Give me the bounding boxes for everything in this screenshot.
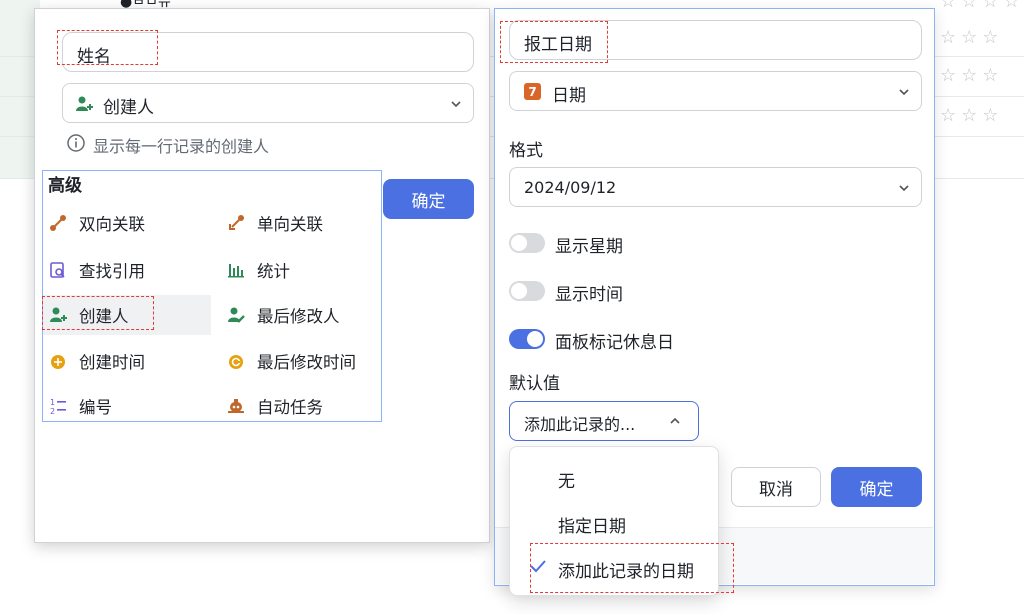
item-label: 自动任务 xyxy=(257,398,323,417)
stats-icon xyxy=(227,261,245,279)
auto-task-icon xyxy=(227,397,245,415)
field-type-stats[interactable]: 统计 xyxy=(227,252,290,288)
created-time-icon xyxy=(49,352,67,370)
svg-text:1: 1 xyxy=(50,398,55,407)
rating-stars[interactable]: ☆☆☆ xyxy=(940,66,1003,86)
confirm-button-right[interactable]: 确定 xyxy=(831,467,922,507)
item-label: 双向关联 xyxy=(79,215,145,234)
field-hint-text: 显示每一行记录的创建人 xyxy=(93,137,270,156)
field-type-modified-time[interactable]: 最后修改时间 xyxy=(227,343,356,379)
rating-stars[interactable]: ☆☆☆ xyxy=(940,106,1003,126)
annotation-highlight xyxy=(530,543,734,593)
item-label: 创建时间 xyxy=(79,353,145,372)
field-type-select[interactable]: 7 日期 xyxy=(509,71,922,111)
rating-stars[interactable]: ☆☆☆☆ xyxy=(940,0,1024,12)
two-way-link-icon xyxy=(49,214,67,232)
lookup-icon xyxy=(49,261,67,279)
toggle-show-time[interactable] xyxy=(509,281,545,301)
dropdown-option-none[interactable]: 无 xyxy=(558,467,575,492)
toggle-mark-rest-days[interactable] xyxy=(509,329,545,349)
item-label: 编号 xyxy=(79,398,112,417)
date-format-value: 2024/09/12 xyxy=(524,178,617,197)
toggle-label: 显示时间 xyxy=(555,285,623,305)
default-value-select[interactable]: 添加此记录的... xyxy=(509,401,699,441)
item-label: 单向关联 xyxy=(257,215,323,234)
annotation-highlight xyxy=(42,296,154,330)
item-label: 最后修改人 xyxy=(257,307,340,326)
field-type-created-time[interactable]: 创建时间 xyxy=(49,343,145,379)
field-type-select[interactable]: 创建人 xyxy=(62,83,474,123)
chevron-up-icon xyxy=(670,417,680,424)
default-value-text: 添加此记录的... xyxy=(524,415,636,434)
info-icon xyxy=(66,133,86,153)
field-type-label: 创建人 xyxy=(103,98,154,118)
field-type-number[interactable]: 12 编号 xyxy=(49,388,112,424)
annotation-highlight xyxy=(500,21,608,63)
user-plus-icon xyxy=(75,95,93,113)
field-type-last-modifier[interactable]: 最后修改人 xyxy=(227,297,340,333)
toggle-label: 显示星期 xyxy=(555,237,623,257)
number-icon: 12 xyxy=(49,397,67,415)
chevron-down-icon xyxy=(899,185,909,192)
calendar-icon: 7 xyxy=(524,83,541,100)
field-type-two-way-link[interactable]: 双向关联 xyxy=(49,205,145,241)
item-label: 查找引用 xyxy=(79,262,145,281)
date-format-select[interactable]: 2024/09/12 xyxy=(509,167,922,207)
field-type-one-way-link[interactable]: 单向关联 xyxy=(227,205,323,241)
modifier-icon xyxy=(227,306,245,324)
format-label: 格式 xyxy=(509,141,543,161)
item-label: 统计 xyxy=(257,262,290,281)
field-type-lookup[interactable]: 查找引用 xyxy=(49,252,145,288)
toggle-label: 面板标记休息日 xyxy=(555,333,674,353)
chevron-down-icon xyxy=(451,101,461,108)
annotation-highlight xyxy=(57,30,158,65)
toggle-show-weekday[interactable] xyxy=(509,233,545,253)
modified-time-icon xyxy=(227,352,245,370)
confirm-button-left[interactable]: 确定 xyxy=(383,179,474,219)
one-way-link-icon xyxy=(227,214,245,232)
field-type-label: 日期 xyxy=(552,86,586,106)
default-value-label: 默认值 xyxy=(509,374,560,394)
chevron-down-icon xyxy=(899,89,909,96)
dropdown-option-specific-date[interactable]: 指定日期 xyxy=(558,512,626,537)
rating-stars[interactable]: ☆☆☆ xyxy=(940,28,1003,48)
field-type-auto-task[interactable]: 自动任务 xyxy=(227,388,323,424)
cancel-button[interactable]: 取消 xyxy=(731,467,821,507)
svg-text:2: 2 xyxy=(50,407,55,415)
item-label: 最后修改时间 xyxy=(257,353,356,372)
advanced-section-title: 高级 xyxy=(48,176,82,196)
